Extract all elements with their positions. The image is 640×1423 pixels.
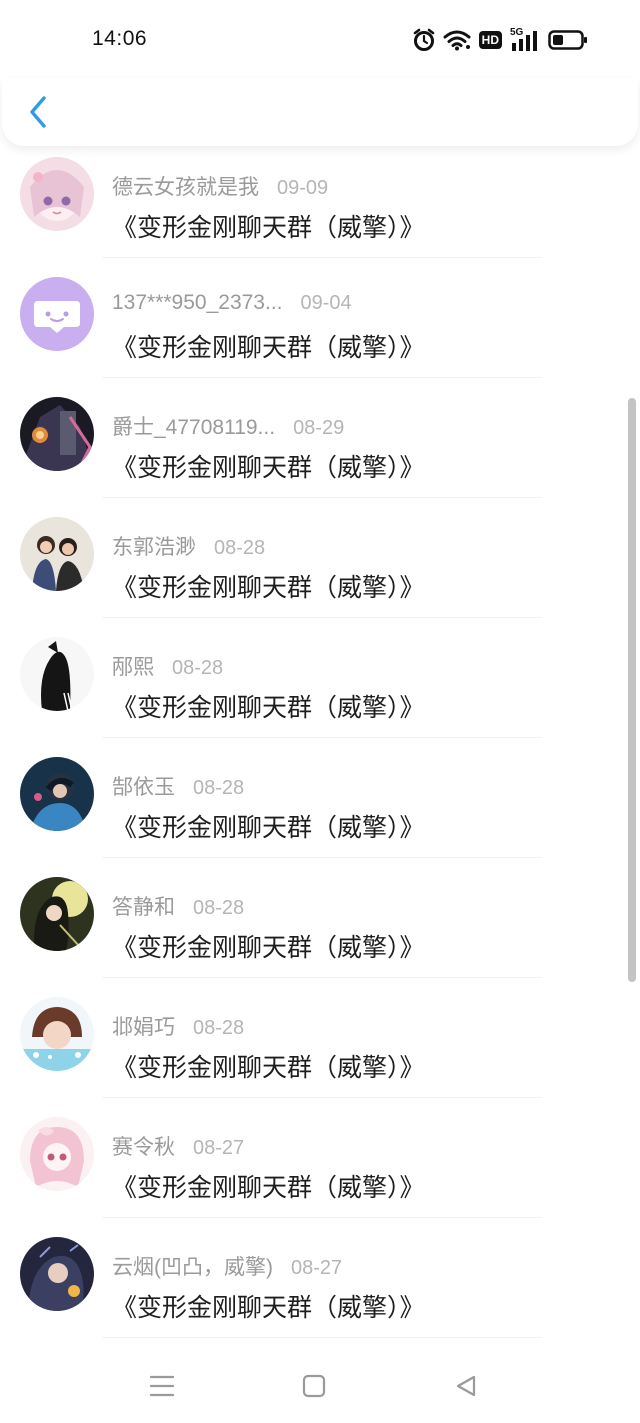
message-title: 《变形金刚聊天群（威擎）》 [112, 213, 425, 242]
status-bar: 14:06 HD 5G [0, 0, 640, 80]
home-button[interactable] [294, 1366, 334, 1406]
message-title: 《变形金刚聊天群（威擎）》 [112, 333, 425, 362]
message-date: 08-28 [214, 537, 266, 559]
avatar[interactable] [20, 157, 94, 231]
sender-name: 137***950_2373... [112, 291, 283, 314]
row-header: 郜依玉 08-28 [112, 771, 244, 801]
screen: 14:06 HD 5G 德云女孩就是我 09-09 《变形金刚聊天群（威擎）》 … [0, 0, 640, 1423]
message-date: 08-29 [293, 417, 345, 439]
back-button[interactable] [20, 92, 56, 132]
message-title: 《变形金刚聊天群（威擎）》 [112, 573, 425, 602]
avatar[interactable] [20, 397, 94, 471]
wifi-icon [443, 29, 471, 51]
sender-name: 郜依玉 [112, 776, 175, 799]
avatar[interactable] [20, 277, 94, 351]
row-header: 云烟(凹凸，威擎) 08-27 [112, 1251, 342, 1281]
sender-name: 答静和 [112, 896, 175, 919]
status-time: 14:06 [92, 27, 148, 50]
message-title: 《变形金刚聊天群（威擎）》 [112, 453, 425, 482]
message-date: 08-27 [291, 1257, 343, 1279]
sender-name: 云烟(凹凸，威擎) [112, 1256, 273, 1279]
chevron-left-icon [30, 96, 46, 128]
system-nav-bar [0, 1346, 640, 1423]
battery-icon [548, 29, 588, 51]
message-title: 《变形金刚聊天群（威擎）》 [112, 1293, 425, 1322]
sender-name: 爵士_47708119... [112, 416, 276, 439]
list-item[interactable]: 德云女孩就是我 09-09 《变形金刚聊天群（威擎）》 [0, 138, 640, 258]
hd-icon: HD [478, 31, 502, 49]
list-item[interactable]: 邴熙 08-28 《变形金刚聊天群（威擎）》 [0, 618, 640, 738]
avatar[interactable] [20, 1117, 94, 1191]
row-header: 137***950_2373... 09-04 [112, 291, 352, 315]
avatar[interactable] [20, 637, 94, 711]
list-item[interactable]: 邶娟巧 08-28 《变形金刚聊天群（威擎）》 [0, 978, 640, 1098]
list-item[interactable]: 郜依玉 08-28 《变形金刚聊天群（威擎）》 [0, 738, 640, 858]
message-title: 《变形金刚聊天群（威擎）》 [112, 813, 425, 842]
row-header: 爵士_47708119... 08-29 [112, 411, 344, 441]
back-triangle-icon [456, 1375, 476, 1397]
sender-name: 邴熙 [112, 656, 154, 679]
scrollbar[interactable] [628, 398, 636, 982]
alarm-icon [413, 28, 435, 52]
avatar[interactable] [20, 757, 94, 831]
message-date: 09-09 [277, 177, 329, 199]
list-item[interactable]: 137***950_2373... 09-04 《变形金刚聊天群（威擎）》 [0, 258, 640, 378]
message-title: 《变形金刚聊天群（威擎）》 [112, 933, 425, 962]
list-item[interactable]: 爵士_47708119... 08-29 《变形金刚聊天群（威擎）》 [0, 378, 640, 498]
avatar[interactable] [20, 997, 94, 1071]
back-nav-button[interactable] [446, 1366, 486, 1406]
status-icons: HD 5G [413, 27, 588, 52]
message-date: 09-04 [300, 292, 352, 314]
list-item[interactable]: 答静和 08-28 《变形金刚聊天群（威擎）》 [0, 858, 640, 978]
list-item[interactable]: 赛令秋 08-27 《变形金刚聊天群（威擎）》 [0, 1098, 640, 1218]
avatar[interactable] [20, 517, 94, 591]
row-header: 德云女孩就是我 09-09 [112, 171, 328, 201]
list-item[interactable]: 东郭浩渺 08-28 《变形金刚聊天群（威擎）》 [0, 498, 640, 618]
message-date: 08-28 [172, 657, 224, 679]
message-date: 08-28 [193, 897, 245, 919]
row-header: 东郭浩渺 08-28 [112, 531, 265, 561]
message-list[interactable]: 德云女孩就是我 09-09 《变形金刚聊天群（威擎）》 137***950_23… [0, 120, 640, 1340]
avatar[interactable] [20, 877, 94, 951]
message-title: 《变形金刚聊天群（威擎）》 [112, 1053, 425, 1082]
row-header: 赛令秋 08-27 [112, 1131, 244, 1161]
row-header: 邶娟巧 08-28 [112, 1011, 244, 1041]
list-item[interactable]: 云烟(凹凸，威擎) 08-27 《变形金刚聊天群（威擎）》 [0, 1218, 640, 1338]
divider [102, 1337, 542, 1338]
avatar[interactable] [20, 1237, 94, 1311]
menu-icon [149, 1375, 175, 1397]
sender-name: 邶娟巧 [112, 1016, 175, 1039]
message-date: 08-27 [193, 1137, 245, 1159]
menu-button[interactable] [142, 1366, 182, 1406]
message-date: 08-28 [193, 1017, 245, 1039]
message-title: 《变形金刚聊天群（威擎）》 [112, 1173, 425, 1202]
home-square-icon [302, 1374, 326, 1398]
sender-name: 赛令秋 [112, 1136, 175, 1159]
message-date: 08-28 [193, 777, 245, 799]
sender-name: 东郭浩渺 [112, 536, 196, 559]
sender-name: 德云女孩就是我 [112, 176, 259, 199]
row-header: 邴熙 08-28 [112, 651, 223, 681]
signal-5g-icon: 5G [510, 27, 540, 51]
message-title: 《变形金刚聊天群（威擎）》 [112, 693, 425, 722]
header [2, 78, 638, 146]
row-header: 答静和 08-28 [112, 891, 244, 921]
